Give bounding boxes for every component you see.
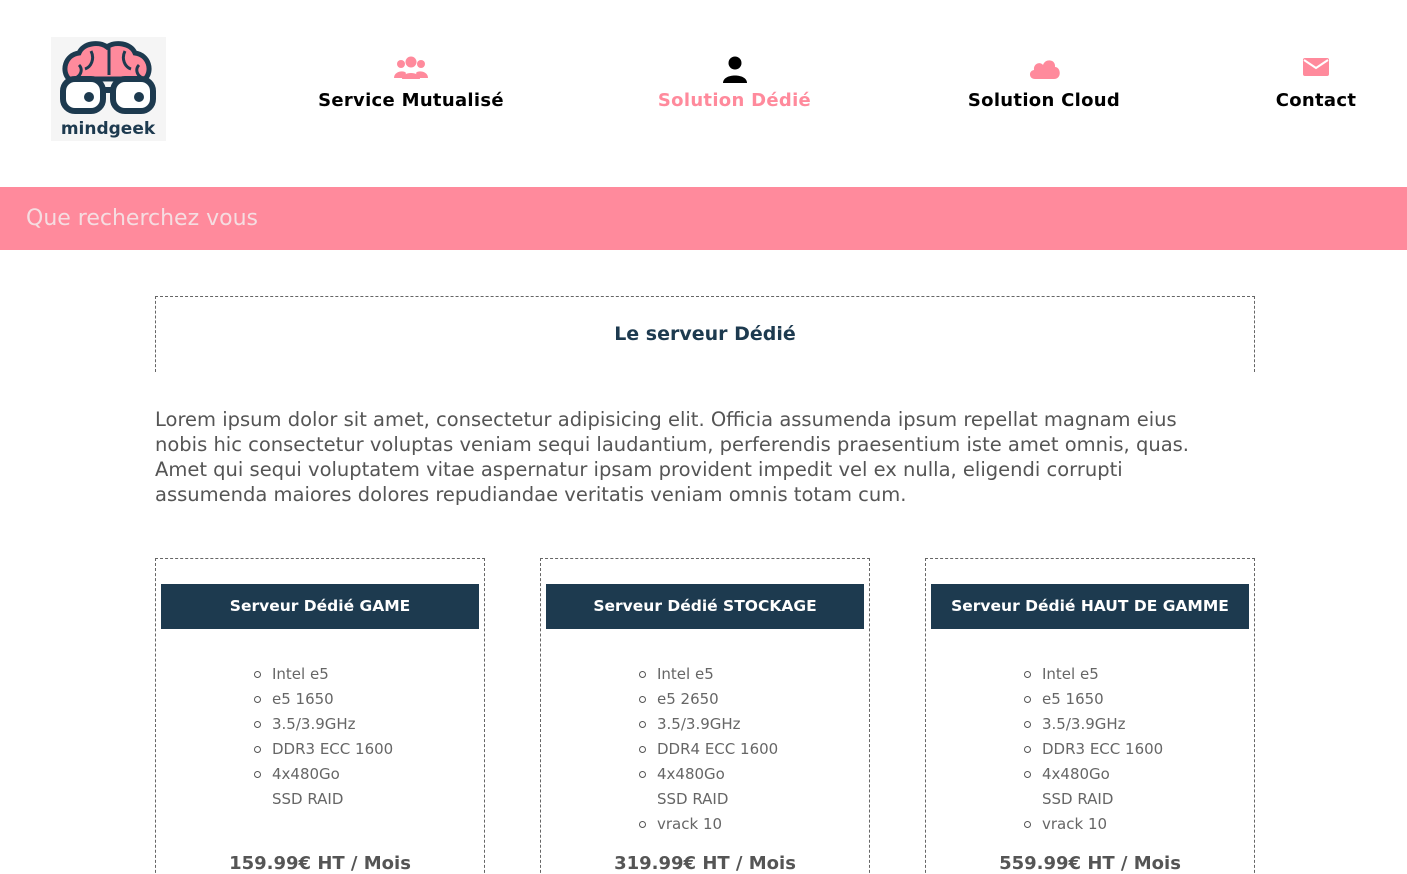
spec-item: DDR3 ECC 1600 bbox=[1024, 737, 1214, 762]
card-price: 319.99€ HT / Mois bbox=[614, 853, 796, 874]
spec-list: Intel e5 e5 1650 3.5/3.9GHz DDR3 ECC 160… bbox=[254, 662, 444, 812]
nav-item-solution-dedie[interactable]: Solution Dédié bbox=[655, 55, 814, 111]
envelope-icon bbox=[1272, 55, 1360, 85]
spec-item: e5 2650 bbox=[639, 687, 829, 712]
spec-item: e5 1650 bbox=[254, 687, 444, 712]
spec-item: e5 1650 bbox=[1024, 687, 1214, 712]
offer-card-haut-de-gamme: Serveur Dédié HAUT DE GAMME Intel e5 e5 … bbox=[925, 558, 1255, 874]
user-icon bbox=[655, 55, 814, 85]
card-title: Serveur Dédié GAME bbox=[161, 584, 479, 629]
section-title-box: Le serveur Dédié bbox=[155, 296, 1255, 372]
page-title: Le serveur Dédié bbox=[614, 323, 796, 345]
card-price: 559.99€ HT / Mois bbox=[999, 853, 1181, 874]
spec-item: DDR4 ECC 1600 bbox=[639, 737, 829, 762]
card-title: Serveur Dédié HAUT DE GAMME bbox=[931, 584, 1249, 629]
spec-item: 3.5/3.9GHz bbox=[254, 712, 444, 737]
nav-item-contact[interactable]: Contact bbox=[1272, 55, 1360, 111]
site-logo[interactable]: mindgeek bbox=[51, 37, 166, 141]
spec-item: vrack 10 bbox=[639, 812, 829, 837]
search-bar bbox=[0, 187, 1407, 250]
nav-item-solution-cloud[interactable]: Solution Cloud bbox=[963, 55, 1125, 111]
nav-label: Service Mutualisé bbox=[318, 90, 504, 111]
card-title: Serveur Dédié STOCKAGE bbox=[546, 584, 864, 629]
spec-item: vrack 10 bbox=[1024, 812, 1214, 837]
spec-item: 3.5/3.9GHz bbox=[1024, 712, 1214, 737]
intro-paragraph: Lorem ipsum dolor sit amet, consectetur … bbox=[155, 408, 1189, 506]
spec-item: DDR3 ECC 1600 bbox=[254, 737, 444, 762]
nav-label: Solution Cloud bbox=[967, 90, 1121, 111]
spec-item: Intel e5 bbox=[1024, 662, 1214, 687]
users-icon bbox=[316, 55, 506, 85]
spec-list: Intel e5 e5 1650 3.5/3.9GHz DDR3 ECC 160… bbox=[1024, 662, 1214, 837]
spec-item: 3.5/3.9GHz bbox=[639, 712, 829, 737]
spec-item: Intel e5 bbox=[254, 662, 444, 687]
spec-list: Intel e5 e5 2650 3.5/3.9GHz DDR4 ECC 160… bbox=[639, 662, 829, 837]
spec-item: 4x480Go SSD RAID bbox=[1024, 762, 1144, 812]
search-input[interactable] bbox=[0, 187, 1407, 250]
logo-text: mindgeek bbox=[61, 119, 156, 139]
nav-item-service-mutualise[interactable]: Service Mutualisé bbox=[316, 55, 506, 111]
cloud-icon bbox=[963, 55, 1125, 85]
spec-item: 4x480Go SSD RAID bbox=[254, 762, 374, 812]
nav-label: Solution Dédié bbox=[657, 90, 812, 111]
nerd-brain-glasses-logo-icon: mindgeek bbox=[60, 41, 156, 139]
spec-item: Intel e5 bbox=[639, 662, 829, 687]
site-header: mindgeek Service Mutualisé Solution Dédi… bbox=[0, 0, 1407, 187]
nav-label: Contact bbox=[1275, 90, 1357, 111]
offer-card-game: Serveur Dédié GAME Intel e5 e5 1650 3.5/… bbox=[155, 558, 485, 874]
offer-card-stockage: Serveur Dédié STOCKAGE Intel e5 e5 2650 … bbox=[540, 558, 870, 874]
spec-item: 4x480Go SSD RAID bbox=[639, 762, 759, 812]
card-price: 159.99€ HT / Mois bbox=[229, 853, 411, 874]
